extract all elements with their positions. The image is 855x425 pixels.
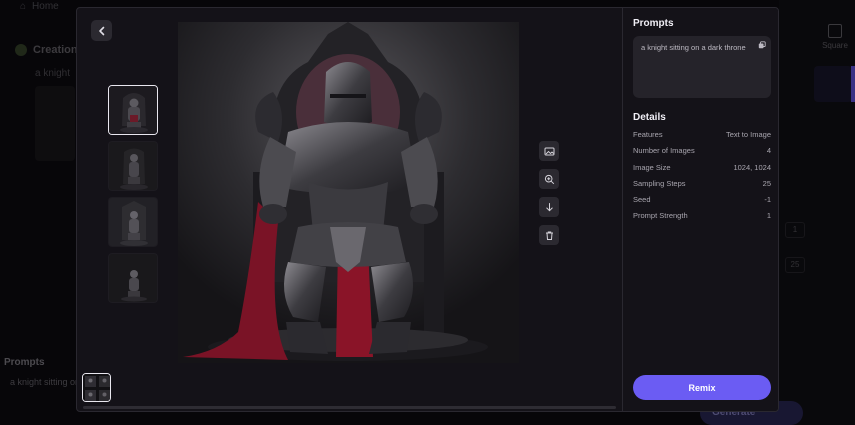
detail-label: Features <box>633 130 663 139</box>
image-detail-modal: Prompts a knight sitting on a dark thron… <box>76 7 779 412</box>
thumbnail-4[interactable] <box>108 253 158 303</box>
detail-row: Sampling Steps 25 <box>633 179 771 195</box>
chevron-left-icon <box>98 26 104 35</box>
set-image-button[interactable] <box>539 141 559 161</box>
detail-value: -1 <box>764 195 771 205</box>
detail-value: 25 <box>762 178 771 188</box>
download-button[interactable] <box>539 197 559 217</box>
download-icon <box>545 202 553 211</box>
details-panel: Prompts a knight sitting on a dark thron… <box>622 8 778 411</box>
detail-value: 4 <box>766 146 771 156</box>
trash-icon <box>545 231 553 240</box>
detail-value: 1024, 1024 <box>733 162 771 172</box>
thumbnail-1[interactable] <box>108 85 158 135</box>
prompt-text: a knight sitting on a dark throne <box>641 43 746 52</box>
thumbnail-3[interactable] <box>108 197 158 247</box>
knight-thumbnail-image <box>109 142 157 190</box>
image-viewer <box>77 8 622 411</box>
batch-thumbnail[interactable] <box>82 373 111 402</box>
prompts-title: Prompts <box>633 18 674 29</box>
details-title: Details <box>633 112 666 123</box>
thumbnail-2[interactable] <box>108 141 158 191</box>
detail-row: Prompt Strength 1 <box>633 211 771 227</box>
grid-preview-icon <box>83 374 110 401</box>
back-button[interactable] <box>91 20 112 41</box>
knight-thumbnail-image <box>109 198 157 246</box>
horizontal-scrollbar[interactable] <box>83 406 616 409</box>
detail-value: 1 <box>766 211 771 221</box>
detail-label: Seed <box>633 195 651 205</box>
prompt-box: a knight sitting on a dark throne <box>633 36 771 98</box>
knight-on-throne-image <box>178 22 519 363</box>
image-icon <box>544 147 554 155</box>
copy-icon[interactable] <box>758 41 766 49</box>
detail-row: Seed -1 <box>633 195 771 211</box>
detail-row: Image Size 1024, 1024 <box>633 163 771 179</box>
details-list: Features Text to Image Number of Images 4 … <box>633 130 771 228</box>
detail-label: Prompt Strength <box>633 211 688 221</box>
image-tools <box>539 141 559 245</box>
delete-button[interactable] <box>539 225 559 245</box>
detail-value: Text to Image <box>725 130 771 139</box>
knight-thumbnail-image <box>109 86 157 134</box>
knight-thumbnail-image <box>109 254 157 302</box>
remix-button[interactable]: Remix <box>633 375 771 400</box>
detail-label: Sampling Steps <box>633 178 686 188</box>
zoom-in-icon <box>544 174 554 184</box>
detail-row: Features Text to Image <box>633 130 771 146</box>
detail-row: Number of Images 4 <box>633 146 771 162</box>
main-image <box>178 22 519 363</box>
zoom-in-button[interactable] <box>539 169 559 189</box>
thumbnail-list <box>108 85 158 303</box>
detail-label: Image Size <box>633 162 671 172</box>
detail-label: Number of Images <box>633 146 695 156</box>
